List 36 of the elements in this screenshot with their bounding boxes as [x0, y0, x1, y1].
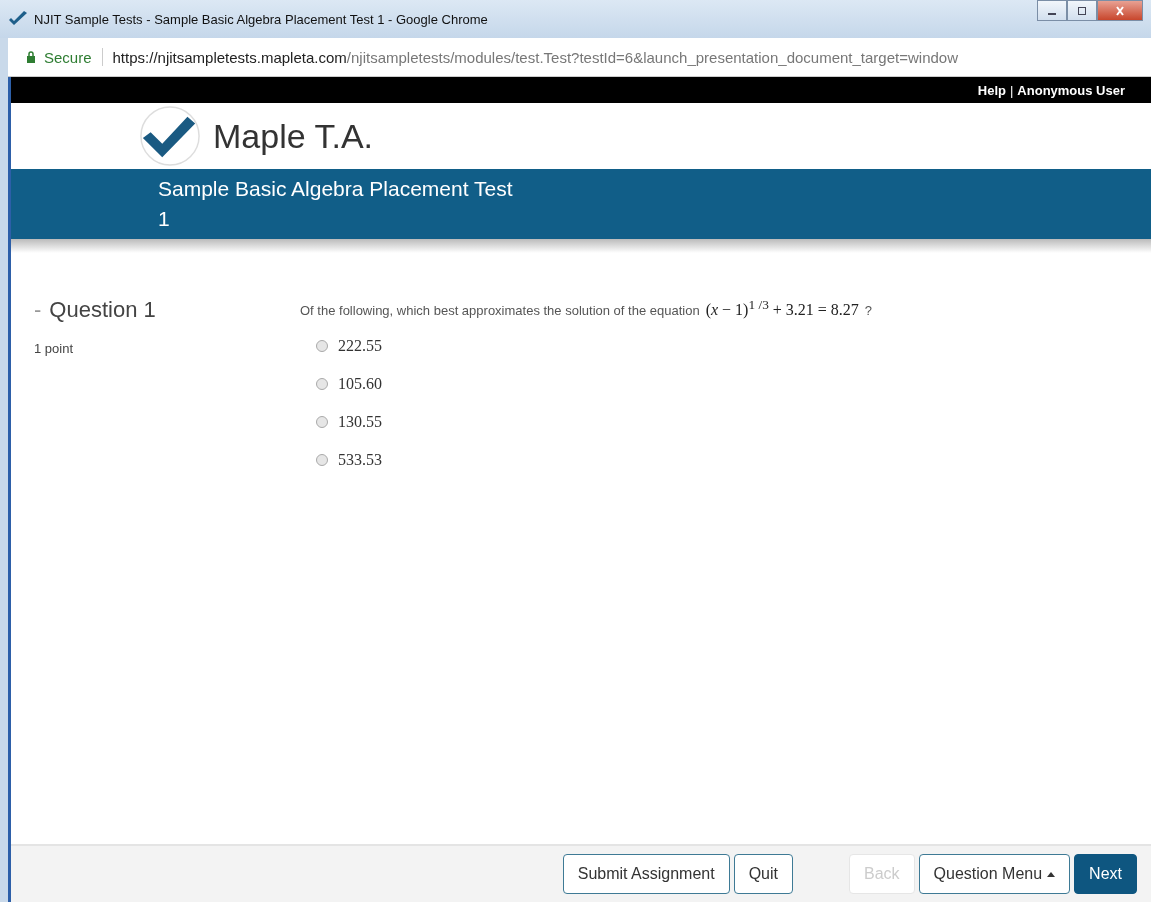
- radio-button[interactable]: [316, 454, 328, 466]
- test-title: Sample Basic Algebra Placement Test: [158, 177, 514, 201]
- radio-button[interactable]: [316, 416, 328, 428]
- help-link[interactable]: Help: [977, 82, 1006, 98]
- footer-button[interactable]: Next: [1074, 854, 1137, 894]
- maximize-icon: [1076, 5, 1088, 16]
- equation: (x − 1)$^{1 /3}$ + 3.21 = 8.27: [705, 297, 859, 320]
- menu-button[interactable]: Question Menu: [918, 854, 1071, 894]
- close-icon: [1114, 5, 1126, 16]
- window-title: NJIT Sample Tests - Sample Basic Algebra Placement Test 1 - Google Chrome: [34, 11, 488, 27]
- radio-button[interactable]: [316, 340, 328, 352]
- user-link[interactable]: Anonymous User: [1017, 82, 1125, 98]
- question-text: Of the following, which best approximates the solution of the equation: [300, 303, 700, 319]
- answer-option: 533.53: [338, 451, 382, 469]
- test-number: 1: [158, 207, 171, 231]
- maximize-button[interactable]: [1067, 0, 1097, 21]
- footer-button[interactable]: Submit Assignment: [562, 854, 730, 894]
- separator: |: [1009, 82, 1014, 98]
- answer-option: 105.60: [338, 375, 382, 393]
- logo-checkmark-icon: [139, 105, 201, 167]
- secure-label: Secure: [44, 48, 92, 66]
- question-mark: ?: [864, 303, 873, 319]
- minimize-button[interactable]: [1037, 0, 1067, 21]
- answer-option: 222.55: [338, 337, 382, 355]
- answer-option: 130.55: [338, 413, 382, 431]
- logo-text: Maple T.A.: [213, 116, 373, 156]
- lock-icon: [26, 51, 36, 63]
- points-label: 1 point: [34, 341, 75, 356]
- footer-button[interactable]: Quit: [733, 854, 793, 894]
- close-button[interactable]: [1097, 0, 1143, 21]
- question-title: Question 1: [49, 297, 156, 323]
- checkmark-icon: [8, 11, 28, 27]
- minimize-icon: [1048, 12, 1056, 15]
- radio-button[interactable]: [316, 378, 328, 390]
- caret-icon: [1047, 871, 1056, 877]
- url-text[interactable]: https://njitsampletests.mapleta.com/njitsampletests/modules/test.Test?testId=6&launch_presentation_document_target=window: [112, 48, 958, 66]
